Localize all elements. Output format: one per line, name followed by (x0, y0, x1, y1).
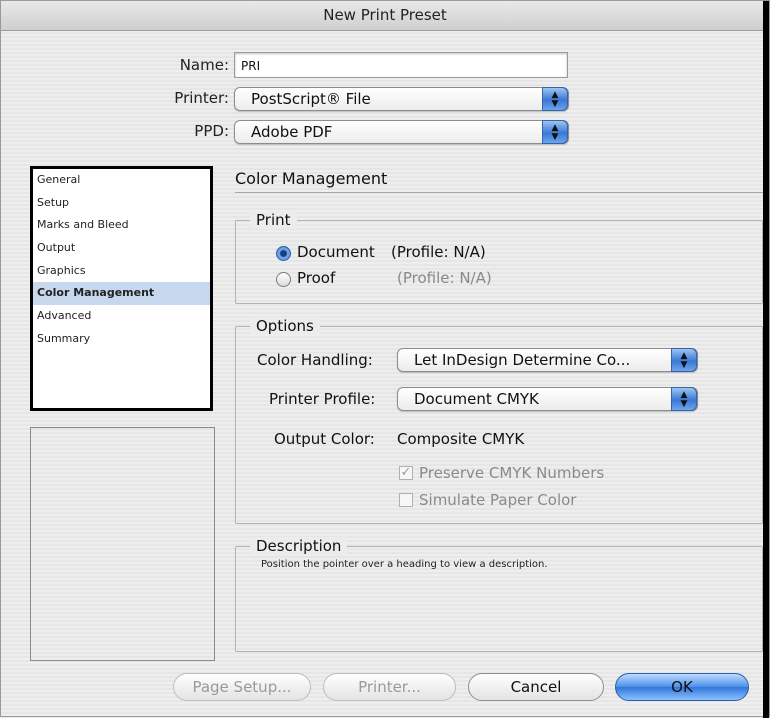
ppd-popup[interactable]: Adobe PDF ▲ ▼ (234, 120, 569, 144)
window-right-edge (763, 1, 769, 718)
proof-radio-label[interactable]: Proof (297, 269, 335, 287)
simulate-paper-checkbox[interactable] (399, 493, 413, 507)
panel-title: Color Management (235, 169, 388, 188)
sidebar-item-advanced[interactable]: Advanced (33, 305, 210, 328)
options-group-title: Options (250, 317, 320, 335)
printer-label: Printer: (174, 89, 229, 107)
sidebar-item-setup[interactable]: Setup (33, 192, 210, 215)
title-bar: New Print Preset (1, 1, 769, 31)
name-field[interactable]: PRI (234, 52, 568, 78)
color-handling-popup[interactable]: Let InDesign Determine Co... ▲ ▼ (397, 348, 698, 372)
printer-button[interactable]: Printer... (323, 673, 456, 701)
color-handling-label: Color Handling: (257, 351, 373, 369)
sidebar-item-general[interactable]: General (33, 169, 210, 192)
ppd-popup-value: Adobe PDF (251, 123, 333, 141)
print-preset-dialog: New Print Preset Name: PRI Printer: Post… (0, 0, 770, 718)
document-profile: (Profile: N/A) (391, 243, 486, 261)
proof-profile: (Profile: N/A) (397, 269, 492, 287)
sidebar-item-graphics[interactable]: Graphics (33, 260, 210, 283)
print-group (235, 220, 763, 304)
simulate-paper-label[interactable]: Simulate Paper Color (419, 491, 576, 509)
up-down-arrows-icon: ▲ ▼ (542, 87, 568, 111)
printer-profile-popup[interactable]: Document CMYK ▲ ▼ (397, 387, 698, 411)
sidebar-item-summary[interactable]: Summary (33, 328, 210, 351)
preserve-cmyk-label[interactable]: Preserve CMYK Numbers (419, 464, 604, 482)
sidebar-item-output[interactable]: Output (33, 237, 210, 260)
panel-divider (235, 192, 763, 193)
window-title: New Print Preset (323, 6, 447, 24)
output-color-label: Output Color: (274, 430, 375, 448)
sidebar-item-marks-and-bleed[interactable]: Marks and Bleed (33, 214, 210, 237)
description-text: Position the pointer over a heading to v… (261, 559, 548, 570)
proof-radio[interactable] (276, 272, 291, 287)
printer-profile-value: Document CMYK (414, 390, 539, 408)
sidebar-item-color-management[interactable]: Color Management (33, 282, 210, 306)
up-down-arrows-icon: ▲ ▼ (542, 120, 568, 144)
print-group-title: Print (250, 211, 297, 229)
name-label: Name: (179, 56, 229, 74)
ppd-label: PPD: (194, 122, 229, 140)
category-list: General Setup Marks and Bleed Output Gra… (30, 166, 213, 411)
printer-popup-value: PostScript® File (251, 90, 371, 108)
page-preview (30, 427, 215, 661)
output-color-value: Composite CMYK (397, 430, 525, 448)
description-group-title: Description (250, 537, 348, 555)
up-down-arrows-icon: ▲ ▼ (671, 387, 697, 411)
preserve-cmyk-checkbox[interactable]: ✓ (399, 466, 413, 480)
printer-profile-label: Printer Profile: (269, 390, 376, 408)
document-radio-label[interactable]: Document (297, 243, 375, 261)
up-down-arrows-icon: ▲ ▼ (671, 348, 697, 372)
ok-button[interactable]: OK (615, 673, 749, 701)
radio-selected-icon[interactable] (276, 246, 291, 261)
checkmark-icon: ✓ (400, 465, 412, 480)
color-handling-value: Let InDesign Determine Co... (414, 351, 631, 369)
page-setup-button[interactable]: Page Setup... (173, 673, 311, 701)
printer-popup[interactable]: PostScript® File ▲ ▼ (234, 87, 569, 111)
cancel-button[interactable]: Cancel (468, 673, 604, 701)
